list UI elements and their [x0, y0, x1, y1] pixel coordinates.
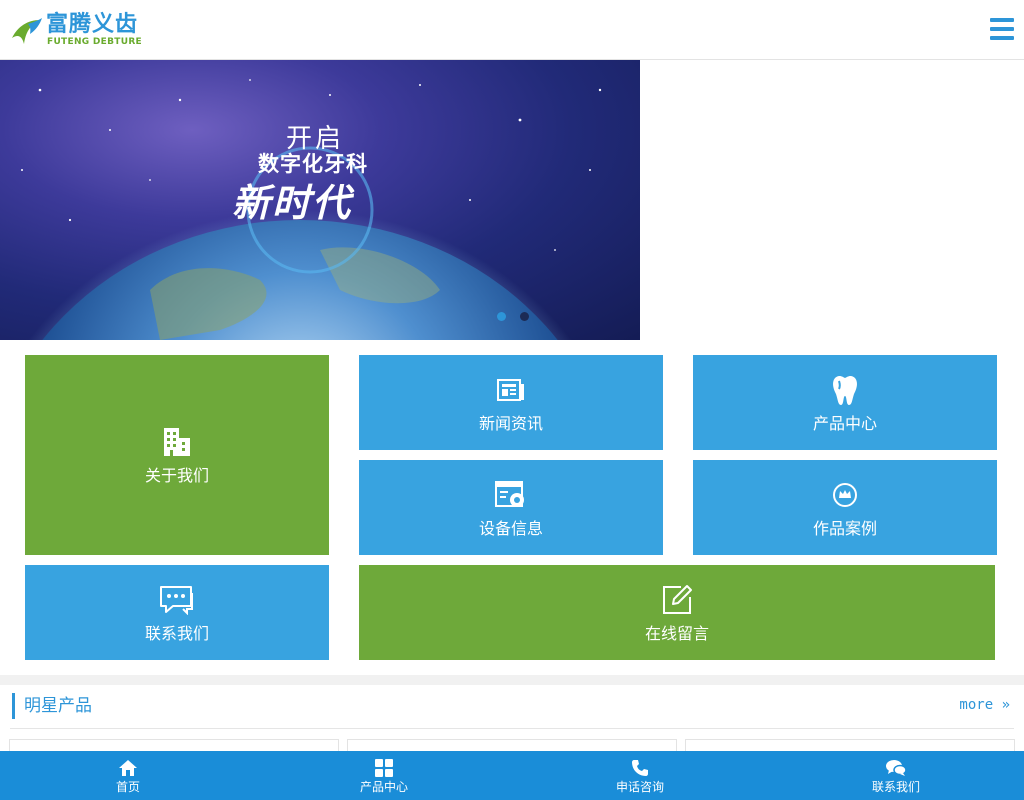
settings-window-icon: [493, 477, 529, 513]
menu-hamburger-icon[interactable]: [990, 18, 1014, 40]
bottom-nav-bar: 首页 产品中心 申话咨询 联系我们: [0, 751, 1024, 800]
tile-label: 产品中心: [812, 413, 877, 433]
section-divider: [10, 728, 1014, 729]
nav-label: 产品中心: [359, 780, 408, 794]
building-icon: [159, 424, 195, 460]
more-link[interactable]: more »: [959, 697, 1010, 713]
grid-icon: [373, 757, 395, 779]
logo-english-name: FUTENG DEBTURE: [47, 37, 142, 47]
crown-circle-icon: [827, 477, 863, 513]
tile-label: 新闻资讯: [478, 413, 543, 433]
banner-text-line3: 新时代: [232, 181, 353, 225]
tile-online-message[interactable]: 在线留言: [359, 565, 995, 660]
nav-phone-consult[interactable]: 申话咨询: [512, 751, 768, 800]
nav-tiles: 关于我们 新闻资讯 产品中心 设备信息 作品案例 联系我们 在线留言: [0, 340, 1024, 675]
banner-slide[interactable]: 开启 数字化牙科 新时代: [0, 60, 640, 340]
nav-label: 联系我们: [871, 780, 920, 794]
tile-equipment[interactable]: 设备信息: [359, 460, 663, 555]
tile-label: 设备信息: [478, 518, 543, 538]
tile-news[interactable]: 新闻资讯: [359, 355, 663, 450]
banner-dot-2[interactable]: [520, 312, 529, 321]
tile-about-us[interactable]: 关于我们: [25, 355, 329, 555]
banner-area: 开启 数字化牙科 新时代: [0, 60, 1024, 340]
nav-label: 首页: [115, 780, 140, 794]
chat-bubble-icon: [159, 582, 195, 618]
newspaper-icon: [493, 372, 529, 408]
banner-pagination: [497, 312, 529, 321]
tooth-icon: [827, 372, 863, 408]
tile-label: 关于我们: [144, 466, 209, 485]
nav-home[interactable]: 首页: [0, 751, 256, 800]
tile-label: 联系我们: [144, 623, 209, 643]
tile-label: 作品案例: [812, 518, 877, 538]
nav-contact-us[interactable]: 联系我们: [768, 751, 1024, 800]
section-title: 明星产品: [12, 693, 92, 719]
nav-products[interactable]: 产品中心: [256, 751, 512, 800]
header: 富腾义齿 FUTENG DEBTURE: [0, 0, 1024, 60]
chat-icon: [885, 757, 907, 779]
phone-icon: [629, 757, 651, 779]
logo-chinese-name: 富腾义齿: [46, 12, 139, 37]
logo[interactable]: 富腾义齿 FUTENG DEBTURE: [10, 12, 150, 50]
tile-contact-us[interactable]: 联系我们: [25, 565, 329, 660]
edit-icon: [659, 582, 695, 618]
home-icon: [117, 757, 139, 779]
tile-products[interactable]: 产品中心: [693, 355, 997, 450]
banner-dot-1[interactable]: [497, 312, 506, 321]
nav-label: 申话咨询: [615, 780, 664, 794]
tile-cases[interactable]: 作品案例: [693, 460, 997, 555]
tile-label: 在线留言: [644, 623, 709, 643]
logo-leaf-icon: [12, 18, 42, 44]
